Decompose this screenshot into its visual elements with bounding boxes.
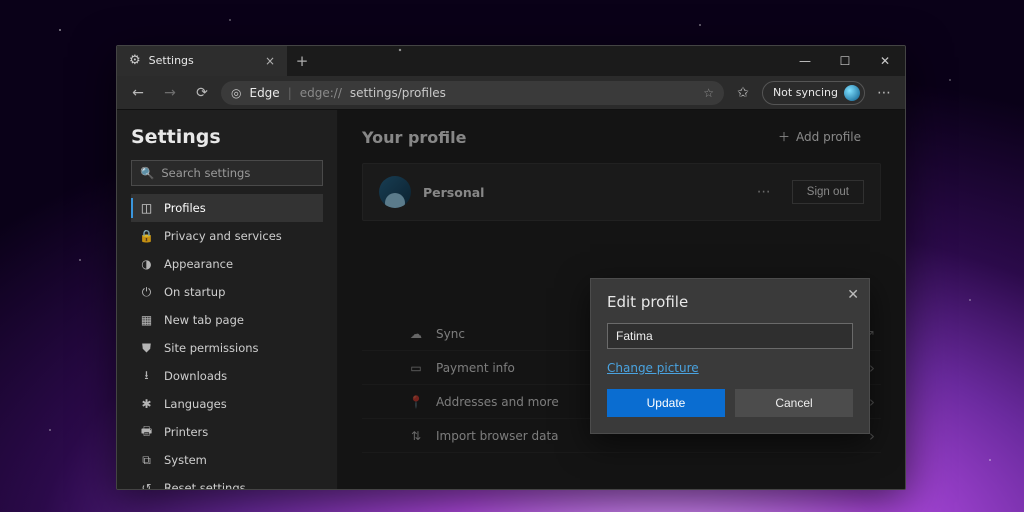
- sidebar-title: Settings: [131, 126, 323, 148]
- search-placeholder: Search settings: [161, 166, 250, 180]
- sidebar-item-label: System: [164, 453, 207, 467]
- sidebar-item-appearance[interactable]: ◑ Appearance: [131, 250, 323, 278]
- titlebar: ⚙ Settings × + — ☐ ✕: [117, 46, 905, 76]
- sidebar-item-reset-settings[interactable]: ↺ Reset settings: [131, 474, 323, 489]
- browser-window: ⚙ Settings × + — ☐ ✕ ← → ⟳ ◎ Edge | edge…: [116, 45, 906, 490]
- profile-name-input[interactable]: [607, 323, 853, 349]
- app-menu-button[interactable]: ⋯: [871, 80, 897, 106]
- sidebar-item-icon: ◑: [139, 257, 154, 271]
- dialog-title: Edit profile: [607, 293, 853, 311]
- sidebar-item-on-startup[interactable]: ⏻ On startup: [131, 278, 323, 306]
- sidebar-item-system[interactable]: ⧉ System: [131, 446, 323, 474]
- gear-icon: ⚙: [129, 53, 141, 68]
- sidebar-item-icon: ◫: [139, 201, 154, 215]
- edit-profile-dialog: ✕ Edit profile Change picture Update Can…: [590, 278, 870, 434]
- sidebar-item-icon: 🖶: [139, 422, 154, 443]
- sidebar-item-label: Appearance: [164, 257, 233, 271]
- tab-title: Settings: [149, 54, 194, 67]
- url-path: settings/profiles: [350, 86, 446, 100]
- window-controls: — ☐ ✕: [785, 46, 905, 76]
- sync-status-pill[interactable]: Not syncing: [762, 81, 865, 105]
- sidebar-item-label: Reset settings: [164, 481, 246, 489]
- dialog-close-icon[interactable]: ✕: [847, 287, 859, 303]
- content-area: Settings 🔍 Search settings ◫ Profiles 🔒 Pri…: [117, 110, 905, 489]
- sidebar-item-privacy-and-services[interactable]: 🔒 Privacy and services: [131, 222, 323, 250]
- separator: |: [288, 86, 292, 100]
- tab-settings[interactable]: ⚙ Settings ×: [117, 46, 287, 76]
- address-bar: ← → ⟳ ◎ Edge | edge:// settings/profiles …: [117, 76, 905, 110]
- minimize-button[interactable]: —: [785, 46, 825, 76]
- update-button[interactable]: Update: [607, 389, 725, 417]
- new-tab-button[interactable]: +: [287, 46, 317, 76]
- profile-avatar-icon: [844, 85, 860, 101]
- cancel-button[interactable]: Cancel: [735, 389, 853, 417]
- change-picture-link[interactable]: Change picture: [607, 361, 699, 375]
- favorites-icon[interactable]: ✩: [730, 80, 756, 106]
- sidebar-item-label: Languages: [164, 397, 227, 411]
- search-icon: 🔍: [140, 166, 154, 180]
- favorite-star-icon[interactable]: ☆: [703, 86, 714, 100]
- sidebar-item-profiles[interactable]: ◫ Profiles: [131, 194, 323, 222]
- main-panel: Your profile ＋ Add profile Personal ⋯ Si…: [337, 110, 905, 489]
- forward-button[interactable]: →: [157, 80, 183, 106]
- sidebar-item-icon: ✱: [139, 397, 154, 411]
- sidebar-item-icon: 🔒: [139, 229, 154, 243]
- tab-close-icon[interactable]: ×: [265, 54, 275, 68]
- sidebar-item-icon: ⧉: [139, 453, 154, 468]
- url-scheme: edge://: [300, 86, 342, 100]
- sidebar-item-icon: ↺: [139, 481, 154, 489]
- maximize-button[interactable]: ☐: [825, 46, 865, 76]
- sync-label: Not syncing: [773, 86, 838, 99]
- sidebar-item-label: Printers: [164, 425, 208, 439]
- sidebar-item-icon: ⛊: [139, 341, 154, 356]
- sidebar-item-label: On startup: [164, 285, 225, 299]
- sidebar-item-label: Privacy and services: [164, 229, 282, 243]
- edge-logo-icon: ◎: [231, 86, 241, 100]
- refresh-button[interactable]: ⟳: [189, 80, 215, 106]
- sidebar-item-label: Site permissions: [164, 341, 259, 355]
- sidebar-item-site-permissions[interactable]: ⛊ Site permissions: [131, 334, 323, 362]
- sidebar-item-downloads[interactable]: ⭳ Downloads: [131, 362, 323, 390]
- address-field[interactable]: ◎ Edge | edge:// settings/profiles ☆: [221, 81, 724, 105]
- sidebar-item-languages[interactable]: ✱ Languages: [131, 390, 323, 418]
- sidebar-item-icon: ⏻: [139, 285, 154, 300]
- sidebar-nav: ◫ Profiles 🔒 Privacy and services ◑ Appearanc…: [131, 194, 323, 489]
- sidebar-item-new-tab-page[interactable]: ▦ New tab page: [131, 306, 323, 334]
- sidebar-item-label: Downloads: [164, 369, 227, 383]
- sidebar-item-label: New tab page: [164, 313, 244, 327]
- sidebar-item-icon: ⭳: [139, 366, 154, 387]
- close-button[interactable]: ✕: [865, 46, 905, 76]
- search-input[interactable]: 🔍 Search settings: [131, 160, 323, 186]
- back-button[interactable]: ←: [125, 80, 151, 106]
- sidebar-item-printers[interactable]: 🖶 Printers: [131, 418, 323, 446]
- settings-sidebar: Settings 🔍 Search settings ◫ Profiles 🔒 Pri…: [117, 110, 337, 489]
- sidebar-item-icon: ▦: [139, 313, 154, 327]
- brand-label: Edge: [249, 86, 279, 100]
- sidebar-item-label: Profiles: [164, 201, 206, 215]
